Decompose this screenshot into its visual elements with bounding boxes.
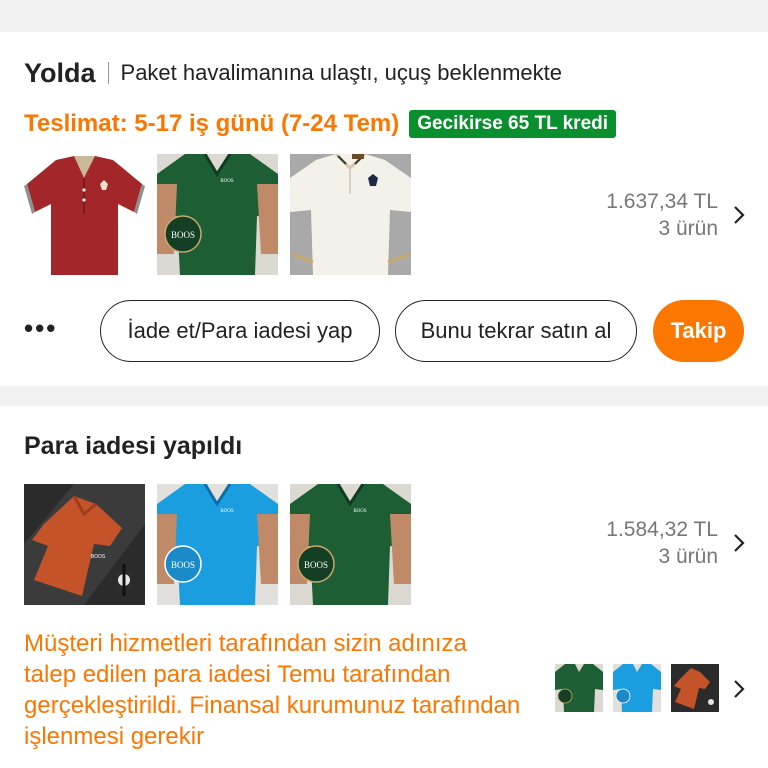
refund-item-thumbnail[interactable] bbox=[555, 664, 603, 712]
order-total-price: 1.584,32 TL bbox=[606, 518, 718, 541]
status-divider bbox=[107, 62, 109, 84]
order-card-refunded[interactable]: Para iadesi yapıldı BOOS BOOS BOOS BOOS … bbox=[0, 406, 768, 768]
product-thumbnail[interactable]: BOOS bbox=[24, 484, 145, 605]
order-status: Yolda bbox=[24, 57, 96, 88]
order-price-summary[interactable]: 1.637,34 TL 3 ürün bbox=[606, 188, 718, 242]
svg-text:BOOS: BOOS bbox=[91, 554, 106, 560]
order-item-count: 3 ürün bbox=[658, 217, 718, 240]
track-button[interactable]: Takip bbox=[653, 300, 744, 362]
order-status: Para iadesi yapıldı bbox=[24, 432, 243, 460]
green-polo-image: BOOS BOOS bbox=[157, 154, 278, 275]
refund-item-thumbnail[interactable] bbox=[613, 664, 661, 712]
svg-text:BOOS: BOOS bbox=[220, 179, 234, 184]
order-card-in-transit[interactable]: Yolda Paket havalimanına ulaştı, uçuş be… bbox=[0, 32, 768, 386]
return-refund-button[interactable]: İade et/Para iadesi yap bbox=[100, 300, 380, 362]
product-thumbnail[interactable]: BOOS BOOS bbox=[157, 484, 278, 605]
more-dots-icon[interactable]: ••• bbox=[24, 315, 57, 341]
order-total-price: 1.637,34 TL bbox=[606, 190, 718, 213]
svg-text:BOOS: BOOS bbox=[304, 560, 328, 570]
svg-text:BOOS: BOOS bbox=[353, 509, 367, 514]
chevron-right-icon[interactable] bbox=[732, 532, 746, 554]
svg-text:BOOS: BOOS bbox=[171, 560, 195, 570]
refund-message: Müşteri hizmetleri tarafından sizin adın… bbox=[24, 630, 521, 750]
order-actions: ••• İade et/Para iadesi yap Bunu tekrar … bbox=[24, 300, 744, 362]
white-polo-image bbox=[290, 154, 411, 275]
red-polo-image bbox=[24, 154, 145, 275]
svg-text:BOOS: BOOS bbox=[220, 509, 234, 514]
product-thumbnail[interactable] bbox=[290, 154, 411, 275]
product-thumbnails[interactable]: BOOS BOOS BOOS BOOS BOOS bbox=[24, 484, 411, 605]
delivery-row: Teslimat: 5-17 iş günü (7-24 Tem) Geciki… bbox=[24, 108, 617, 140]
green-polo-image: BOOS BOOS bbox=[290, 484, 411, 605]
product-thumbnail[interactable]: BOOS BOOS bbox=[290, 484, 411, 605]
order-item-count: 3 ürün bbox=[658, 545, 718, 568]
blue-polo-image: BOOS BOOS bbox=[157, 484, 278, 605]
buy-again-button[interactable]: Bunu tekrar satın al bbox=[395, 300, 637, 362]
refund-item-thumbnail[interactable] bbox=[671, 664, 719, 712]
refund-item-thumbnails[interactable] bbox=[555, 664, 719, 712]
order-status-detail: Paket havalimanına ulaştı, uçuş beklenme… bbox=[120, 60, 562, 85]
svg-text:BOOS: BOOS bbox=[171, 230, 195, 240]
product-thumbnail[interactable] bbox=[24, 154, 145, 275]
order-price-summary[interactable]: 1.584,32 TL 3 ürün bbox=[606, 516, 718, 570]
order-status-row: Yolda Paket havalimanına ulaştı, uçuş be… bbox=[24, 58, 562, 88]
chevron-right-icon[interactable] bbox=[732, 678, 746, 700]
product-thumbnails[interactable]: BOOS BOOS bbox=[24, 154, 411, 275]
orange-polo-image: BOOS bbox=[24, 484, 145, 605]
late-credit-badge: Gecikirse 65 TL kredi bbox=[409, 110, 617, 138]
chevron-right-icon[interactable] bbox=[732, 204, 746, 226]
delivery-estimate: Teslimat: 5-17 iş günü (7-24 Tem) bbox=[24, 110, 400, 137]
product-thumbnail[interactable]: BOOS BOOS bbox=[157, 154, 278, 275]
